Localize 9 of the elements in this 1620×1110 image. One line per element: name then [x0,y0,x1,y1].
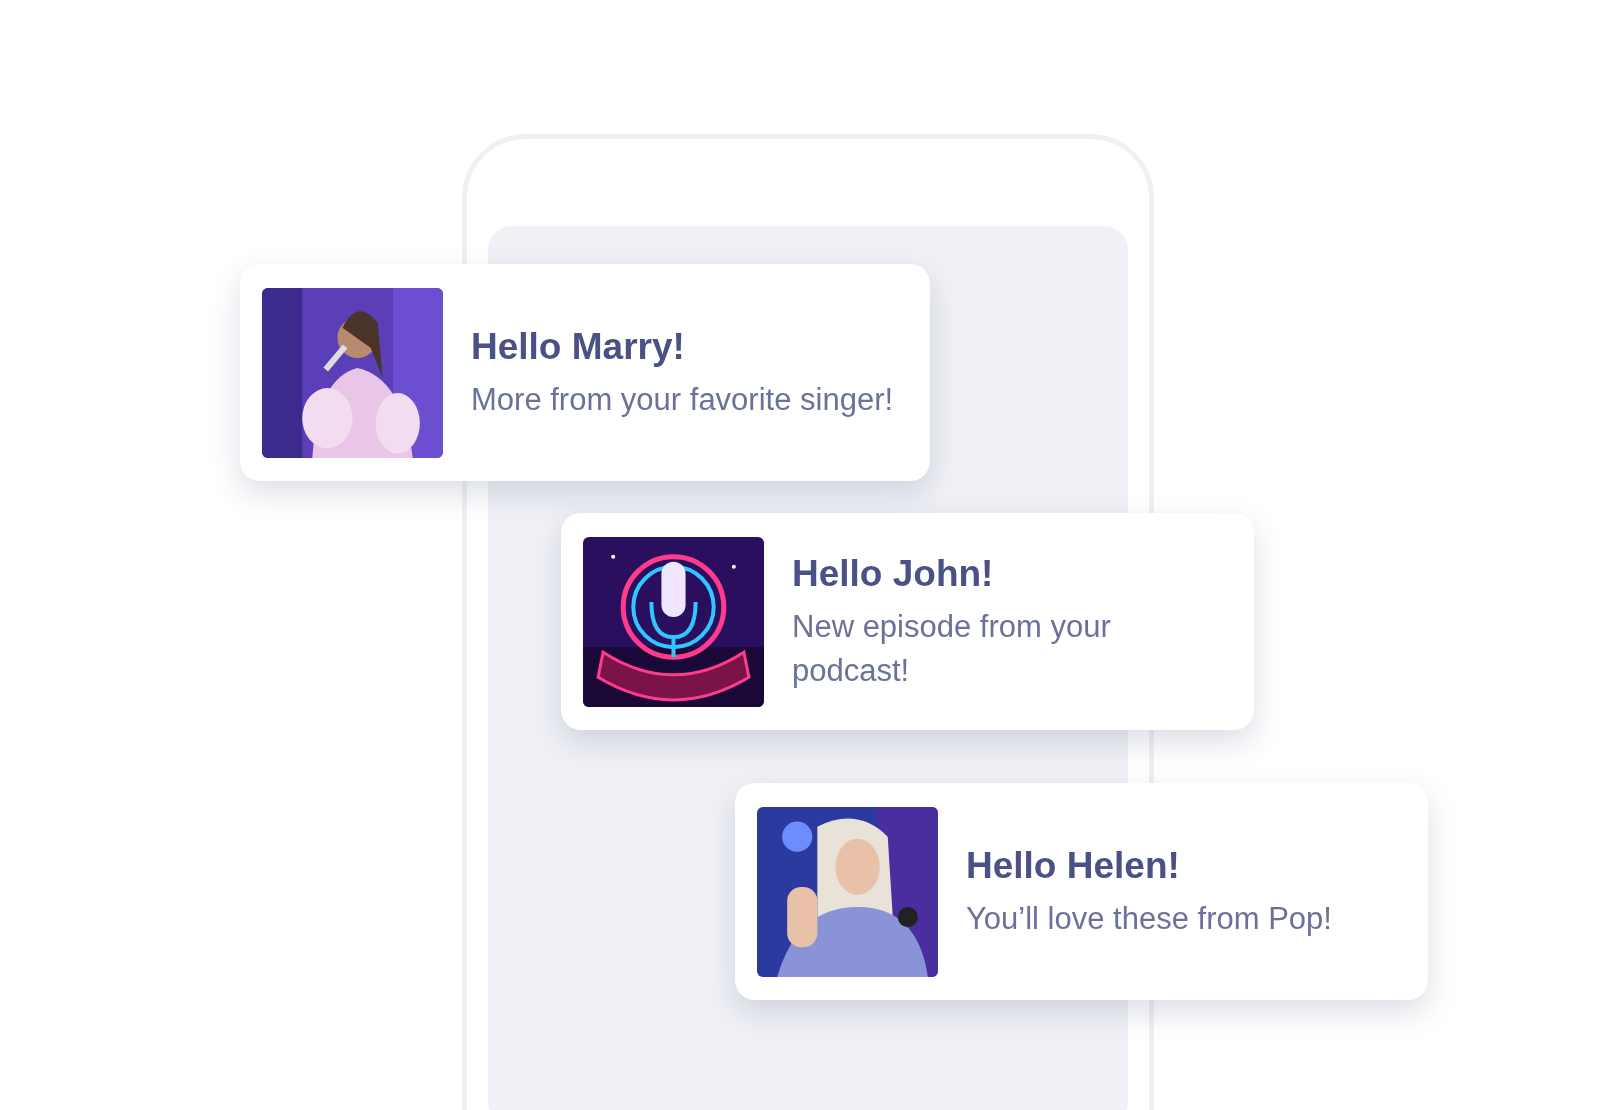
notification-title: Hello Helen! [966,843,1181,888]
notification-title: Hello John! [792,552,995,596]
notification-message: More from your favorite singer! [471,380,894,419]
notification-card[interactable]: Hello Helen! You’ll love these from Pop! [735,783,1428,1000]
notification-message: You’ll love these from Pop! [966,899,1332,938]
notification-title: Hello Marry! [471,324,686,369]
notification-message: New episode from your podcast! [792,608,1112,690]
notification-card[interactable]: Hello John! New episode from your podcast! [561,513,1254,730]
notification-card[interactable]: Hello Marry! More from your favorite singer! [240,264,930,481]
